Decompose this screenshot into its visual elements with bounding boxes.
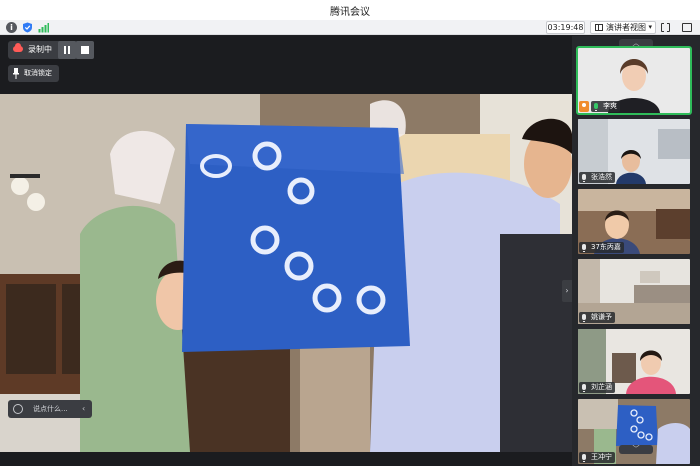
participant-name: 37东丙嘉 — [591, 243, 621, 251]
mic-muted-icon — [582, 174, 586, 182]
speaker-video — [0, 94, 572, 452]
gallery-scroll-up-button[interactable]: ︿ — [619, 39, 653, 48]
app-title: 腾讯会议 — [330, 7, 370, 18]
layout-icon — [595, 24, 603, 31]
view-mode-button[interactable]: 演讲者视图 ▾ — [590, 21, 656, 34]
main-video-area: 录制中 取消锁定 说点什么... ‹ › — [0, 36, 572, 466]
smile-icon[interactable] — [13, 404, 23, 414]
chat-placeholder: 说点什么... — [33, 405, 68, 413]
pin-icon — [13, 68, 19, 79]
info-icon[interactable]: i — [6, 22, 17, 33]
participant-name: 姚谦予 — [591, 313, 612, 321]
chat-input[interactable]: 说点什么... ‹ — [8, 400, 92, 418]
participant-tile[interactable]: 李爽 — [576, 46, 692, 115]
unpin-video-button[interactable]: 取消锁定 — [8, 65, 59, 82]
meeting-window: 腾讯会议 i 03:19:48 演讲者视图 ▾ 录制中 取消锁定 说点什么...… — [0, 0, 700, 466]
participant-tile[interactable]: 姚谦予 — [578, 259, 690, 324]
participant-tile[interactable]: 王冲宁 — [578, 399, 690, 464]
view-mode-label: 演讲者视图 — [606, 23, 646, 32]
recording-control: 录制中 — [8, 41, 94, 59]
participant-tile[interactable]: 张浩然 — [578, 119, 690, 184]
fullscreen-icon[interactable] — [661, 22, 670, 33]
cloud-record-icon — [13, 43, 23, 52]
mic-on-icon — [594, 103, 598, 111]
stop-recording-button[interactable] — [76, 41, 94, 59]
participant-name: 王冲宁 — [591, 453, 612, 461]
host-badge-icon — [579, 101, 589, 112]
recording-label: 录制中 — [28, 45, 52, 54]
participant-tile[interactable]: 刘芷涵 — [578, 329, 690, 394]
participant-name-tag: 37东丙嘉 — [579, 242, 624, 253]
shield-icon[interactable] — [22, 22, 33, 33]
chevron-left-icon[interactable]: ‹ — [82, 404, 85, 413]
signal-icon[interactable] — [38, 22, 49, 33]
mic-muted-icon — [582, 454, 586, 462]
title-bar: 腾讯会议 — [0, 0, 700, 20]
mic-muted-icon — [582, 244, 586, 252]
meeting-toolbar: i 03:19:48 演讲者视图 ▾ — [0, 20, 700, 35]
gallery-scroll-down-button[interactable]: ﹀ — [619, 445, 653, 454]
unpin-label: 取消锁定 — [24, 69, 52, 77]
participant-tile[interactable]: 37东丙嘉 — [578, 189, 690, 254]
mic-muted-icon — [582, 314, 586, 322]
participant-name: 张浩然 — [591, 173, 612, 181]
gallery-toggle-button[interactable]: › — [562, 280, 572, 302]
participant-name-tag: 姚谦予 — [579, 312, 615, 323]
participant-name-tag: 王冲宁 — [579, 452, 615, 463]
participant-gallery: ︿ 李爽 张浩然 37东丙嘉 姚谦予 刘芷涵 王冲宁 ﹀ — [572, 36, 700, 466]
participant-name-tag: 李爽 — [591, 101, 620, 112]
chevron-down-icon: ▾ — [648, 23, 652, 31]
participant-name-tag: 刘芷涵 — [579, 382, 615, 393]
participant-name-tag: 张浩然 — [579, 172, 615, 183]
speaker-video-frame — [0, 94, 572, 452]
participant-name: 李爽 — [603, 102, 617, 110]
participant-name: 刘芷涵 — [591, 383, 612, 391]
mic-muted-icon — [582, 384, 586, 392]
window-mode-icon[interactable] — [682, 23, 692, 32]
pause-recording-button[interactable] — [58, 41, 76, 59]
meeting-timer: 03:19:48 — [546, 21, 585, 34]
